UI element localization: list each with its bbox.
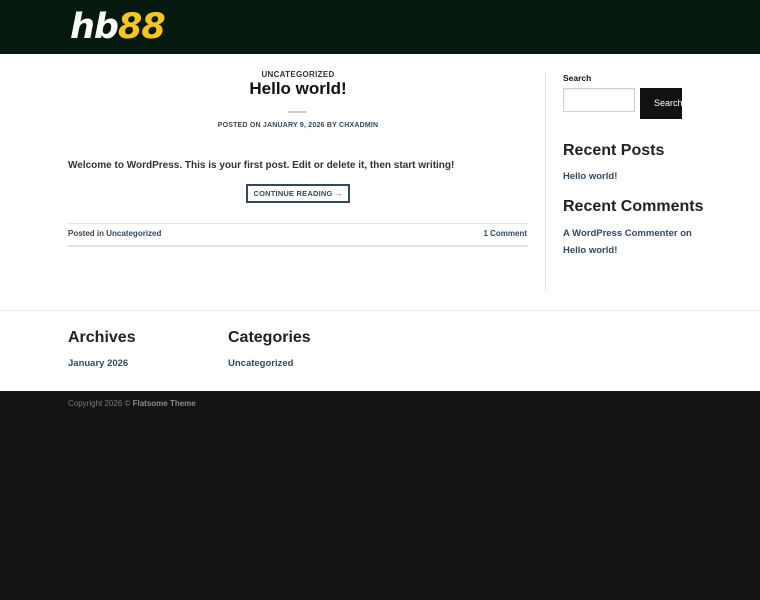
recent-posts-title: Recent Posts: [563, 142, 665, 159]
bottom-bar: Copyright 2026 © Flatsome Theme: [0, 391, 760, 600]
footer-widgets: Archives January 2026 Categories Uncateg…: [0, 311, 760, 391]
archive-link-january-2026[interactable]: January 2026: [68, 358, 128, 369]
comment-post-link[interactable]: Hello world!: [563, 245, 617, 256]
posted-in-label: Posted in: [68, 229, 105, 238]
post-author-link[interactable]: CHXADMIN: [339, 122, 378, 129]
search-button[interactable]: Search: [640, 88, 682, 119]
sidebar-divider: [545, 72, 546, 292]
comment-on-text: on: [680, 228, 692, 239]
post-meta: POSTED ON JANUARY 9, 2026 BY CHXADMIN: [68, 122, 528, 129]
posted-in-category-link[interactable]: Uncategorized: [106, 229, 161, 238]
site-header: hb88: [0, 0, 760, 54]
post-date-link[interactable]: JANUARY 9, 2026: [263, 122, 325, 129]
search-input[interactable]: [563, 88, 635, 112]
copyright: Copyright 2026 © Flatsome Theme: [68, 399, 196, 408]
posted-in: Posted in Uncategorized: [68, 229, 161, 238]
search-label: Search: [563, 73, 592, 83]
meta-by: BY: [326, 122, 337, 129]
site-logo[interactable]: hb88: [70, 6, 166, 48]
logo-text-hb: hb: [70, 7, 119, 47]
post-category-tag[interactable]: UNCATEGORIZED: [68, 70, 528, 79]
copyright-text: Copyright 2026 ©: [68, 399, 131, 408]
meta-prefix: POSTED ON: [217, 122, 261, 129]
logo-text-88: 88: [117, 7, 166, 47]
comment-author-link[interactable]: A WordPress Commenter: [563, 228, 678, 239]
post-footer-divider-bottom: [68, 245, 528, 247]
post-title[interactable]: Hello world!: [68, 79, 528, 99]
theme-link[interactable]: Flatsome Theme: [133, 399, 196, 408]
recent-post-link[interactable]: Hello world!: [563, 171, 617, 182]
categories-title: Categories: [228, 329, 311, 346]
comments-link[interactable]: 1 Comment: [483, 229, 527, 238]
post-footer-divider-top: [68, 223, 528, 224]
archives-title: Archives: [68, 329, 136, 346]
recent-comments-title: Recent Comments: [563, 198, 704, 215]
recent-comment-entry: A WordPress Commenter on: [563, 228, 692, 239]
category-link-uncategorized[interactable]: Uncategorized: [228, 358, 293, 369]
continue-reading-button[interactable]: CONTINUE READING →: [246, 184, 350, 203]
post-excerpt: Welcome to WordPress. This is your first…: [68, 160, 455, 171]
title-divider: [288, 111, 306, 113]
